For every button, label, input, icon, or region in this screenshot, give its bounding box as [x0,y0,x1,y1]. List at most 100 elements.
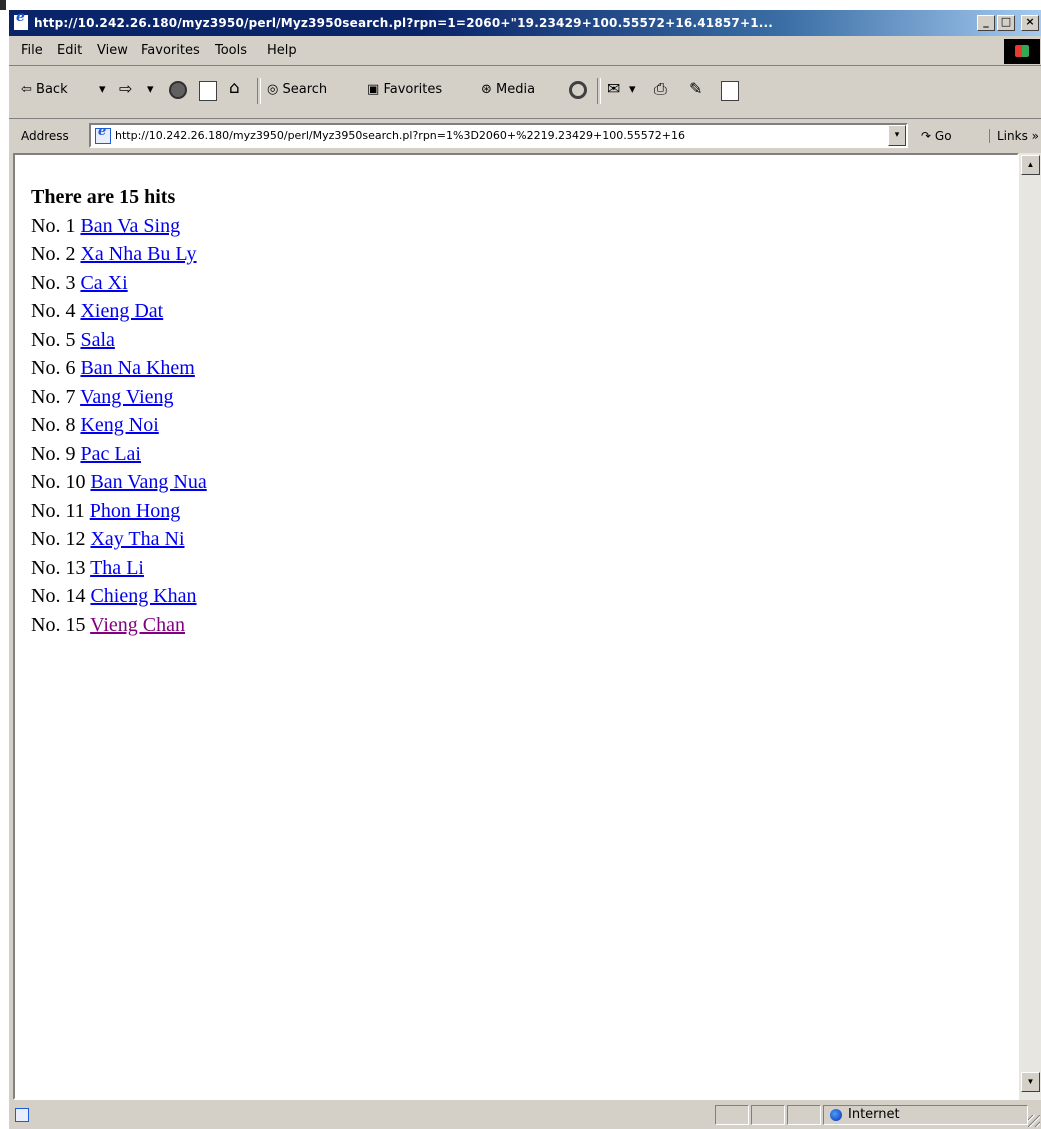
result-row: No. 1 Ban Va Sing [31,212,207,241]
screen-corner-artifact [0,0,6,10]
result-link[interactable]: Vieng Chan [90,614,185,636]
forward-button[interactable]: ⇨ [119,79,132,98]
scroll-up-button[interactable]: ▲ [1021,155,1040,175]
maximize-button[interactable]: □ [997,15,1015,31]
address-input[interactable] [115,125,875,146]
result-link[interactable]: Chieng Khan [90,585,196,607]
result-link[interactable]: Pac Lai [80,443,141,465]
result-number: No. 15 [31,613,86,636]
resize-grip[interactable] [1028,1115,1040,1127]
favorites-button[interactable]: ▣ Favorites [367,82,442,97]
home-icon[interactable]: ⌂ [229,78,240,98]
print-icon[interactable]: ⎙ [654,79,667,99]
page-status-icon [15,1108,29,1122]
stop-icon[interactable] [169,81,187,99]
page-content: There are 15 hits No. 1 Ban Va Sing No. 2… [13,153,1019,1100]
scroll-down-button[interactable]: ▼ [1021,1072,1040,1092]
back-button[interactable]: ⇦ Back [21,82,68,97]
result-number: No. 2 [31,243,76,265]
result-row: No. 15 Vieng Chan [31,611,207,640]
zone-label: Internet [848,1107,900,1122]
links-more: » [1031,129,1039,143]
result-number: No. 7 [31,385,76,408]
result-number: No. 9 [31,442,76,465]
search-button[interactable]: ◎ Search [267,82,327,97]
menu-file[interactable]: File [21,43,43,58]
go-icon: ↷ [921,129,932,143]
result-number: No. 11 [31,499,85,522]
result-number: No. 6 [31,357,76,379]
minimize-button[interactable]: _ [977,15,995,31]
result-row: No. 14 Chieng Khan [31,582,207,611]
result-number: No. 14 [31,585,86,607]
ie-page-icon [95,124,111,144]
result-row: No. 11 Phon Hong [31,497,207,526]
favorites-label: Favorites [383,82,443,97]
links-button[interactable]: Links » [989,129,1039,143]
result-link[interactable]: Sala [80,329,114,351]
menu-edit[interactable]: Edit [57,43,82,58]
window-title: http://10.242.26.180/myz3950/perl/Myz395… [34,16,774,30]
result-link[interactable]: Ban Vang Nua [90,471,206,493]
address-field[interactable]: ▾ [89,123,908,148]
menu-help[interactable]: Help [267,43,297,58]
mail-icon[interactable]: ✉ [607,79,620,98]
media-label: Media [496,82,536,97]
go-button[interactable]: ↷ Go [921,129,952,143]
menu-bar: File Edit View Favorites Tools Help [9,37,1041,66]
media-icon: ⊛ [481,82,492,97]
result-row: No. 6 Ban Na Khem [31,354,207,383]
windows-logo-icon [1004,39,1040,64]
history-icon[interactable] [569,81,587,99]
result-link[interactable]: Xa Nha Bu Ly [80,243,196,265]
toolbar-separator [597,78,601,104]
links-label: Links [997,129,1028,143]
result-row: No. 7 Vang Vieng [31,383,207,412]
edit-icon[interactable]: ✎ [689,79,702,98]
result-number: No. 1 [31,214,76,237]
result-link[interactable]: Tha Li [90,557,144,579]
result-link[interactable]: Xay Tha Ni [90,528,184,550]
result-link[interactable]: Ca Xi [80,272,127,294]
address-dropdown[interactable]: ▾ [888,125,906,146]
result-number: No. 13 [31,556,86,579]
result-row: No. 13 Tha Li [31,554,207,583]
vertical-scrollbar[interactable]: ▲ ▼ [1019,153,1041,1100]
result-link[interactable]: Ban Na Khem [80,357,194,379]
result-row: No. 3 Ca Xi [31,269,207,298]
back-label: Back [36,82,68,97]
result-row: No. 5 Sala [31,326,207,355]
menu-favorites[interactable]: Favorites [141,43,200,58]
mail-dropdown[interactable]: ▾ [629,82,636,97]
menu-tools[interactable]: Tools [215,43,247,58]
back-arrow-icon: ⇦ [21,82,32,97]
result-row: No. 9 Pac Lai [31,440,207,469]
forward-dropdown[interactable]: ▾ [147,82,154,97]
discuss-icon[interactable] [721,81,739,101]
result-link[interactable]: Vang Vieng [80,386,173,408]
result-number: No. 10 [31,471,86,493]
close-button[interactable]: × [1021,15,1039,31]
toolbar-separator [257,78,261,104]
back-dropdown[interactable]: ▾ [99,82,106,97]
refresh-icon[interactable] [199,81,217,101]
title-bar[interactable]: http://10.242.26.180/myz3950/perl/Myz395… [9,10,1041,36]
result-link[interactable]: Ban Va Sing [80,215,180,237]
result-row: No. 12 Xay Tha Ni [31,525,207,554]
result-link[interactable]: Keng Noi [80,414,158,436]
ie-page-icon[interactable] [13,10,29,31]
result-link[interactable]: Phon Hong [90,500,181,522]
status-pane [715,1105,749,1125]
standard-toolbar: ⇦ Back ▾ ⇨ ▾ ⌂ ◎ Search ▣ Favorites ⊛ Me… [9,66,1041,119]
media-button[interactable]: ⊛ Media [481,82,535,97]
address-bar: Address ▾ ↷ Go Links » [9,119,1041,152]
go-label: Go [934,129,952,143]
status-pane [751,1105,785,1125]
browser-window: http://10.242.26.180/myz3950/perl/Myz395… [8,10,1041,1129]
search-label: Search [282,82,328,97]
status-bar: Internet [9,1102,1041,1129]
globe-icon [830,1109,842,1121]
result-link[interactable]: Xieng Dat [80,300,163,322]
status-pane [787,1105,821,1125]
menu-view[interactable]: View [97,43,128,58]
